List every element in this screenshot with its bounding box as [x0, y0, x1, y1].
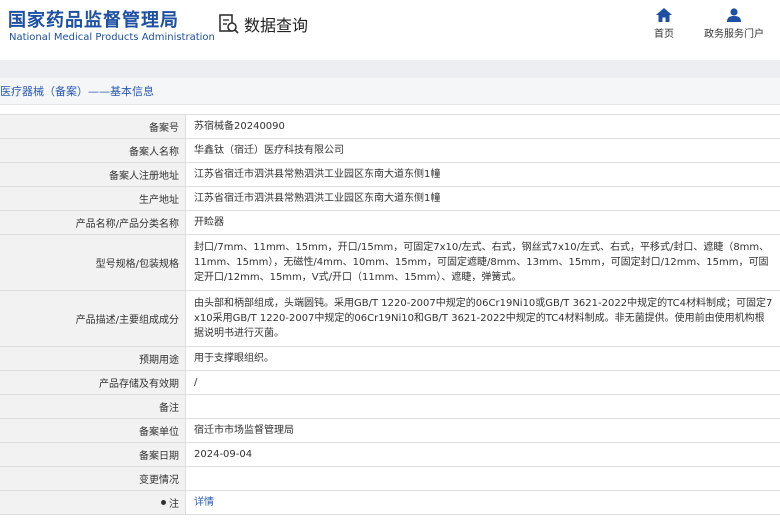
details-link[interactable]: 详情: [194, 495, 214, 510]
field-value-text: 封口/7mm、11mm、15mm，开口/15mm，可固定7x10/左式、右式，钢…: [194, 242, 770, 283]
breadcrumb: 医疗器械（备案）——基本信息: [0, 78, 780, 105]
field-value-text: 江苏省宿迁市泗洪县常熟泗洪工业园区东南大道东侧1幢: [194, 193, 441, 204]
table-row: 生产地址 江苏省宿迁市泗洪县常熟泗洪工业园区东南大道东侧1幢: [0, 187, 780, 211]
logo-title-en[interactable]: National Medical Products Administration: [9, 32, 215, 43]
field-value: 宿迁市市场监督管理局: [186, 419, 780, 442]
table-row: 产品存储及有效期 /: [0, 371, 780, 395]
field-value: 江苏省宿迁市泗洪县常熟泗洪工业园区东南大道东侧1幢: [186, 163, 780, 186]
field-label-note: 注: [0, 491, 186, 514]
user-icon: [727, 8, 741, 22]
table-row: 备案人注册地址 江苏省宿迁市泗洪县常熟泗洪工业园区东南大道东侧1幢: [0, 163, 780, 187]
field-value: 详情: [186, 491, 780, 514]
field-value: /: [186, 371, 780, 394]
field-value-text: 苏宿械备20240090: [194, 121, 285, 132]
field-value: 开睑器: [186, 211, 780, 234]
field-label: 备案单位: [0, 419, 186, 442]
field-label: 生产地址: [0, 187, 186, 210]
field-label: 型号规格/包装规格: [0, 235, 186, 290]
field-value: 封口/7mm、11mm、15mm，开口/15mm，可固定7x10/左式、右式，钢…: [186, 235, 780, 290]
field-label: 备注: [0, 395, 186, 418]
table-row: 变更情况: [0, 467, 780, 491]
table-row: 备案日期 2024-09-04: [0, 443, 780, 467]
data-query-icon: [219, 14, 239, 34]
field-value-text: 江苏省宿迁市泗洪县常熟泗洪工业园区东南大道东侧1幢: [194, 169, 441, 180]
field-value-text: 2024-09-04: [194, 449, 253, 460]
field-label: 变更情况: [0, 467, 186, 490]
detail-table: 备案号 苏宿械备20240090 备案人名称 华鑫钛（宿迁）医疗科技有限公司 备…: [0, 114, 780, 515]
table-row: 预期用途 用于支撑眼组织。: [0, 347, 780, 371]
bullet-icon: [161, 500, 166, 505]
nav-portal-label: 政务服务门户: [704, 29, 764, 40]
field-value-text: 宿迁市市场监督管理局: [194, 425, 294, 436]
field-label: 备案日期: [0, 443, 186, 466]
field-label: 备案人注册地址: [0, 163, 186, 186]
field-value-text: 开睑器: [194, 217, 224, 228]
field-value-text: 华鑫钛（宿迁）医疗科技有限公司: [194, 145, 344, 156]
table-row: 备注: [0, 395, 780, 419]
field-value: [186, 395, 780, 418]
field-label: 产品描述/主要组成成分: [0, 291, 186, 346]
site-header: 国家药品监督管理局 National Medical Products Admi…: [0, 0, 780, 60]
field-value: 2024-09-04: [186, 443, 780, 466]
breadcrumb-text: 医疗器械（备案）——基本信息: [0, 85, 154, 98]
section-title: 数据查询: [218, 12, 308, 36]
section-title-text: 数据查询: [244, 16, 309, 35]
field-value-text: /: [194, 377, 198, 388]
table-row: 备案单位 宿迁市市场监督管理局: [0, 419, 780, 443]
field-value: 华鑫钛（宿迁）医疗科技有限公司: [186, 139, 780, 162]
table-row: 型号规格/包装规格 封口/7mm、11mm、15mm，开口/15mm，可固定7x…: [0, 235, 780, 291]
table-row: 产品名称/产品分类名称 开睑器: [0, 211, 780, 235]
field-value: 江苏省宿迁市泗洪县常熟泗洪工业园区东南大道东侧1幢: [186, 187, 780, 210]
field-value: [186, 467, 780, 490]
nav-gov-portal[interactable]: 政务服务门户: [702, 8, 766, 40]
field-label: 备案人名称: [0, 139, 186, 162]
field-value-text: 由头部和柄部组成，头端圆钝。采用GB/T 1220-2007中规定的06Cr19…: [194, 298, 773, 339]
field-label-note-text: 注: [169, 499, 179, 510]
header-divider: [0, 60, 780, 78]
field-value-text: 用于支撑眼组织。: [194, 353, 274, 364]
field-value: 用于支撑眼组织。: [186, 347, 780, 370]
table-row: 备案号 苏宿械备20240090: [0, 115, 780, 139]
field-label: 产品存储及有效期: [0, 371, 186, 394]
field-value: 苏宿械备20240090: [186, 115, 780, 138]
field-label: 备案号: [0, 115, 186, 138]
nav-home-label: 首页: [654, 29, 674, 40]
table-row: 注 详情: [0, 491, 780, 515]
field-label: 产品名称/产品分类名称: [0, 211, 186, 234]
field-value: 由头部和柄部组成，头端圆钝。采用GB/T 1220-2007中规定的06Cr19…: [186, 291, 780, 346]
field-label: 预期用途: [0, 347, 186, 370]
table-row: 备案人名称 华鑫钛（宿迁）医疗科技有限公司: [0, 139, 780, 163]
logo-title-cn[interactable]: 国家药品监督管理局: [8, 6, 179, 32]
table-row: 产品描述/主要组成成分 由头部和柄部组成，头端圆钝。采用GB/T 1220-20…: [0, 291, 780, 347]
nav-home[interactable]: 首页: [648, 8, 680, 40]
home-icon: [656, 8, 672, 22]
